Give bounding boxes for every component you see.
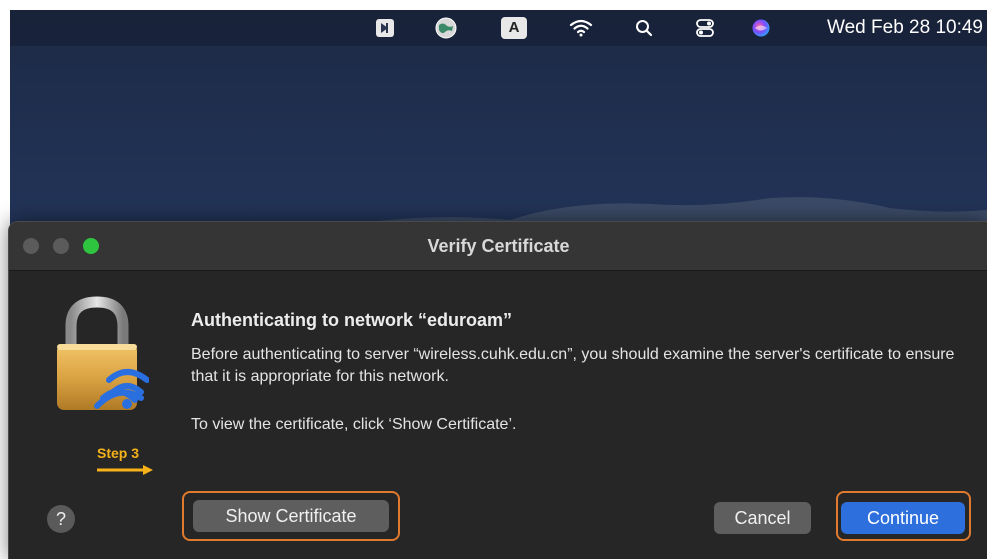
help-button[interactable]: ? — [47, 505, 75, 533]
siri-icon[interactable] — [748, 10, 774, 46]
title-bar: Verify Certificate — [9, 222, 987, 271]
continue-button[interactable]: Continue — [841, 502, 965, 534]
dialog-heading: Authenticating to network “eduroam” — [191, 310, 513, 330]
spotlight-search-icon[interactable] — [632, 10, 656, 46]
step-arrow-icon — [97, 465, 153, 475]
input-source-icon[interactable]: A — [499, 10, 529, 46]
dialog-message: Before authenticating to server “wireles… — [191, 346, 955, 385]
padlock-wifi-icon — [57, 296, 149, 410]
cancel-button[interactable]: Cancel — [714, 502, 811, 534]
vpn-globe-icon[interactable] — [433, 10, 459, 46]
dialog-instruction: To view the certificate, click ‘Show Cer… — [191, 416, 517, 433]
menu-bar-clock[interactable]: Wed Feb 28 10:49 — [827, 10, 983, 46]
tray-app-icon[interactable] — [372, 10, 398, 46]
show-certificate-button[interactable]: Show Certificate — [193, 500, 389, 532]
menu-bar: A Wed Feb 28 10:49 — [10, 10, 987, 46]
verify-certificate-dialog: Verify Certificate Authenticating to net… — [8, 221, 987, 559]
wifi-icon[interactable] — [566, 10, 596, 46]
input-source-letter: A — [501, 17, 527, 39]
step-annotation-label: Step 3 — [97, 445, 140, 461]
control-center-icon[interactable] — [693, 10, 717, 46]
dialog-title: Verify Certificate — [427, 236, 570, 256]
